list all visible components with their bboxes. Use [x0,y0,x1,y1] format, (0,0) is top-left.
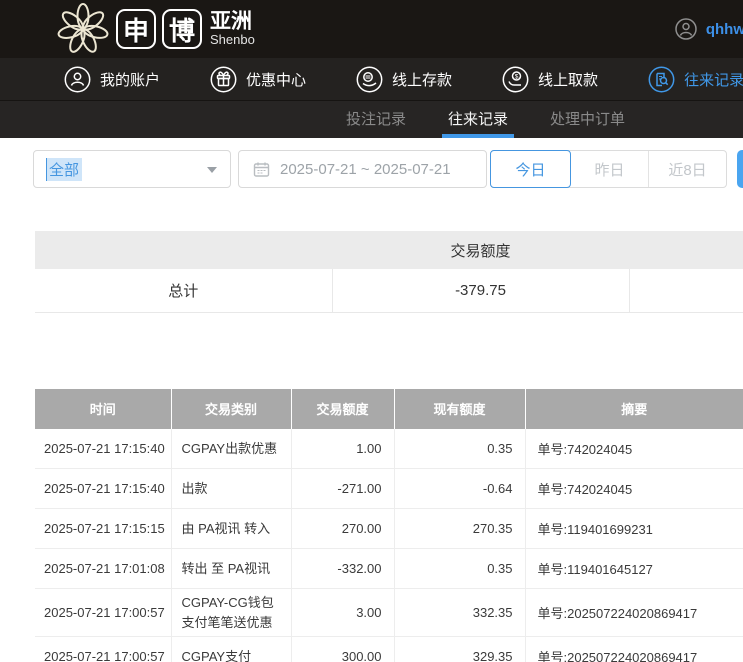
user-account[interactable]: qhhw [674,0,743,58]
summary-header-empty [629,231,743,269]
summary-total-row: 总计 -379.75 [35,269,743,312]
cell-time: 2025-07-21 17:15:40 [35,469,171,509]
nav-label: 优惠中心 [246,69,306,90]
summary-empty-cell [629,269,743,312]
flower-logo-icon [56,2,110,56]
cell-type: CGPAY出款优惠 [171,429,291,469]
cell-amount: -332.00 [291,549,394,589]
table-row: 2025-07-21 17:15:40 CGPAY出款优惠 1.00 0.35 … [35,429,743,469]
nav-label: 线上取款 [538,69,598,90]
logo-region-text: 亚洲 [210,11,255,33]
cell-time: 2025-07-21 17:15:15 [35,509,171,549]
table-header-row: 时间 交易类别 交易额度 现有额度 摘要 [35,389,743,429]
nav-label: 我的账户 [100,69,160,90]
cell-type: 由 PA视讯 转入 [171,509,291,549]
table-row: 2025-07-21 17:15:40 出款 -271.00 -0.64 单号:… [35,469,743,509]
cell-type: CGPAY-CG钱包支付笔笔送优惠 [171,589,291,637]
nav-item-deposit[interactable]: 线上存款 [356,66,452,93]
main-nav: 我的账户 优惠中心 线上存款 $ [0,58,743,100]
summary-header-empty [35,231,332,269]
cell-balance: 0.35 [394,429,525,469]
cell-amount: 270.00 [291,509,394,549]
deposit-coin-icon [356,66,383,93]
cell-type: CGPAY支付 [171,637,291,662]
date-range-input[interactable]: 2025-07-21 ~ 2025-07-21 [238,150,487,188]
tab-betting-records[interactable]: 投注记录 [340,101,412,138]
cell-balance: 329.35 [394,637,525,662]
table-row: 2025-07-21 17:01:08 转出 至 PA视讯 -332.00 0.… [35,549,743,589]
cell-summary: 单号:202507224020869417 [525,637,743,662]
summary-header-row: 交易额度 [35,231,743,269]
cell-balance: -0.64 [394,469,525,509]
nav-label: 线上存款 [392,69,452,90]
cell-time: 2025-07-21 17:15:40 [35,429,171,469]
chevron-down-icon [207,167,217,173]
calendar-icon [253,161,270,178]
col-header-time: 时间 [35,389,171,429]
summary-header-amount: 交易额度 [332,231,629,269]
summary-total-label: 总计 [35,269,332,312]
cell-summary: 单号:119401699231 [525,509,743,549]
logo-char-bo: 博 [162,9,202,49]
cell-amount: 3.00 [291,589,394,637]
last-8-days-button[interactable]: 近8日 [648,151,726,187]
yesterday-button[interactable]: 昨日 [571,151,648,187]
username-text[interactable]: qhhw [706,21,743,38]
tab-processing-orders[interactable]: 处理中订单 [544,101,631,138]
nav-item-transactions[interactable]: 往来记录 [648,66,743,93]
col-header-summary: 摘要 [525,389,743,429]
search-button[interactable] [737,150,743,188]
col-header-amount: 交易额度 [291,389,394,429]
cell-summary: 单号:742024045 [525,429,743,469]
filter-row: 全部 2025-07-21 ~ 2025-07-21 今日 昨日 近8日 [33,150,743,188]
summary-table: 交易额度 总计 -379.75 [35,231,743,313]
cell-summary: 单号:119401645127 [525,549,743,589]
transaction-type-select[interactable]: 全部 [33,150,231,188]
cell-summary: 单号:742024045 [525,469,743,509]
cell-balance: 332.35 [394,589,525,637]
nav-item-my-account[interactable]: 我的账户 [64,66,160,93]
table-row: 2025-07-21 17:00:57 CGPAY支付 300.00 329.3… [35,637,743,662]
gift-icon [210,66,237,93]
selected-type-value: 全部 [46,158,82,181]
transactions-table: 时间 交易类别 交易额度 现有额度 摘要 2025-07-21 17:15:40… [35,389,743,662]
logo-sub-text: Shenbo [210,33,255,47]
user-circle-icon [64,66,91,93]
table-row: 2025-07-21 17:00:57 CGPAY-CG钱包支付笔笔送优惠 3.… [35,589,743,637]
svg-text:$: $ [515,73,519,80]
cell-type: 出款 [171,469,291,509]
cell-type: 转出 至 PA视讯 [171,549,291,589]
cell-balance: 0.35 [394,549,525,589]
cell-amount: -271.00 [291,469,394,509]
col-header-type: 交易类别 [171,389,291,429]
record-tabs: 投注记录 往来记录 处理中订单 [0,100,743,138]
cell-amount: 1.00 [291,429,394,469]
logo-char-shen: 申 [116,9,156,49]
table-row: 2025-07-21 17:15:15 由 PA视讯 转入 270.00 270… [35,509,743,549]
quick-date-buttons: 今日 昨日 近8日 [490,150,727,188]
withdraw-hand-icon: $ [502,66,529,93]
cell-amount: 300.00 [291,637,394,662]
cell-summary: 单号:202507224020869417 [525,589,743,637]
cell-time: 2025-07-21 17:01:08 [35,549,171,589]
avatar-icon [674,17,698,41]
today-button[interactable]: 今日 [490,150,571,188]
summary-total-value: -379.75 [332,269,629,312]
cell-time: 2025-07-21 17:00:57 [35,637,171,662]
date-range-value: 2025-07-21 ~ 2025-07-21 [280,161,451,178]
topbar: 申 博 亚洲 Shenbo qhhw [0,0,743,58]
nav-item-withdraw[interactable]: $ 线上取款 [502,66,598,93]
tab-transaction-records[interactable]: 往来记录 [442,101,514,138]
nav-item-promotions[interactable]: 优惠中心 [210,66,306,93]
records-search-icon [648,66,675,93]
cell-balance: 270.35 [394,509,525,549]
nav-label: 往来记录 [684,69,743,90]
col-header-balance: 现有额度 [394,389,525,429]
logo-wordmark: 亚洲 Shenbo [210,11,255,47]
cell-time: 2025-07-21 17:00:57 [35,589,171,637]
